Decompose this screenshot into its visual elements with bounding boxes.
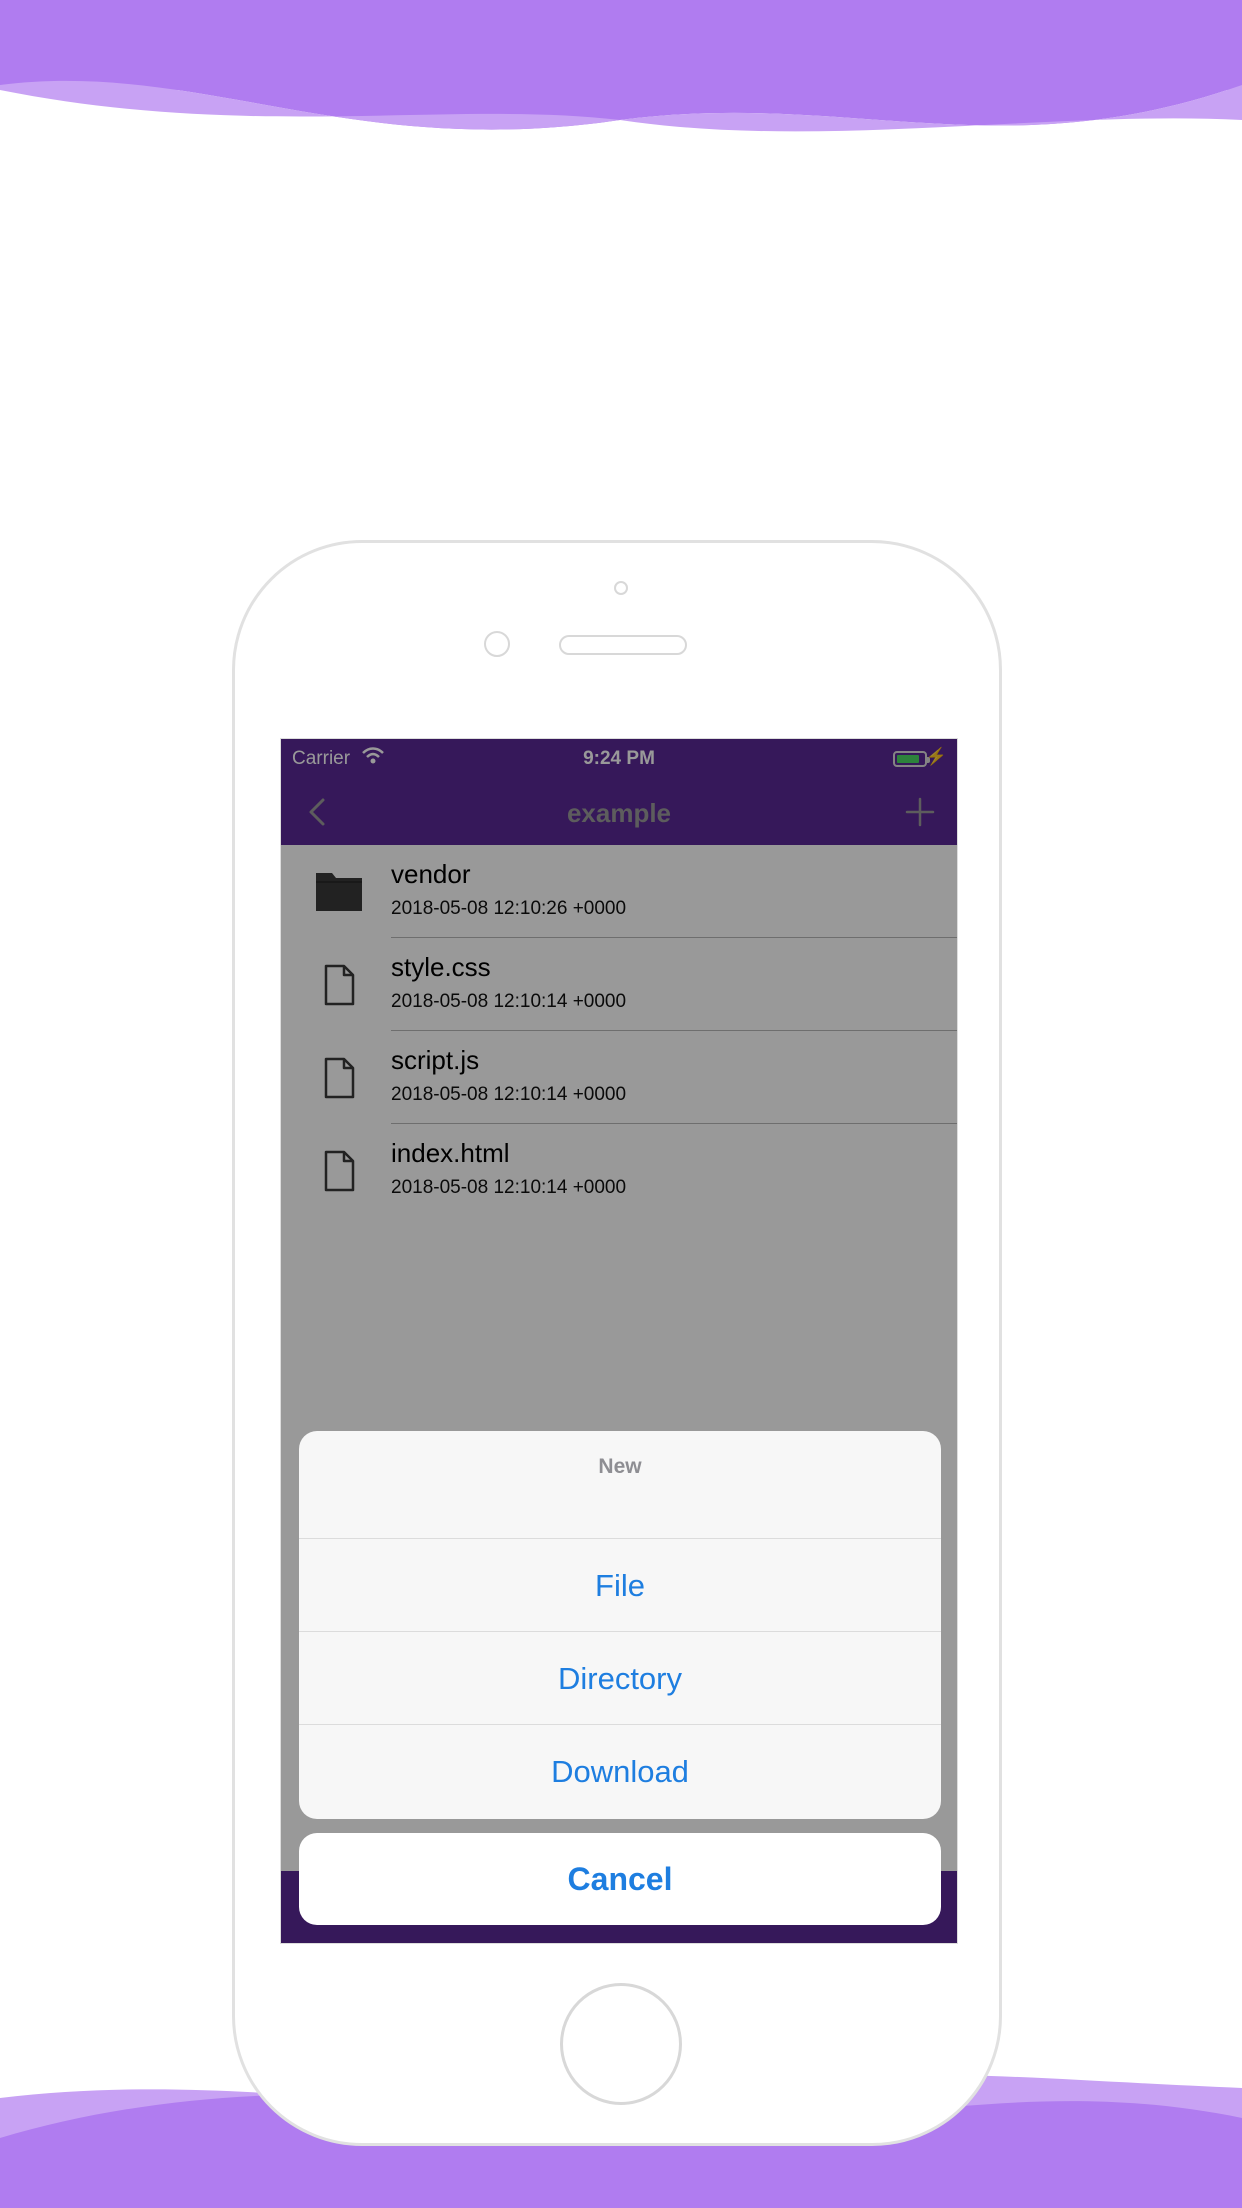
home-button[interactable] (560, 1983, 682, 2105)
sensor-icon (484, 631, 510, 657)
new-file-button[interactable]: File (299, 1539, 941, 1632)
camera-icon (614, 581, 628, 595)
new-directory-button[interactable]: Directory (299, 1632, 941, 1725)
speaker-grille (559, 635, 687, 655)
cancel-button[interactable]: Cancel (299, 1833, 941, 1925)
top-wave-decoration (0, 0, 1242, 132)
action-sheet-title: New (299, 1431, 941, 1539)
action-sheet: New File Directory Download (299, 1431, 941, 1819)
download-button[interactable]: Download (299, 1725, 941, 1818)
phone-screen: Carrier 9:24 PM ⚡ example vendor 2018-05… (280, 738, 958, 1944)
